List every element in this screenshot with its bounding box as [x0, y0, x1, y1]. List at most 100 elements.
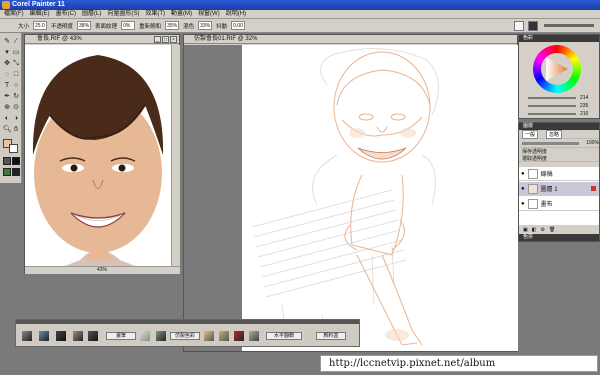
layer-buttons: ▣ ◧ ⚙ 🗑︎ [519, 227, 599, 234]
delete-layer-icon[interactable]: 🗑︎ [549, 227, 555, 234]
brush-1-icon[interactable] [22, 331, 32, 341]
clone-drawing-canvas[interactable] [242, 45, 518, 351]
layer-row[interactable]: ● 線稿 [519, 167, 599, 181]
layers-panel: 圖層 一般 忽略 100% 保存透明度 選取透明度 ● 線稿 ● 圖層 1 ● … [518, 122, 600, 242]
color-sets-header[interactable]: 色票 [519, 234, 599, 241]
dropper-tool-icon[interactable]: ⁄ [12, 38, 20, 46]
resat-label: 重新飽和 [139, 23, 162, 30]
brush-tool-icon[interactable]: ✎ [3, 38, 11, 46]
flip-horizontal-button[interactable]: 水平翻轉 [266, 332, 302, 340]
brush-10-icon[interactable] [234, 331, 244, 341]
source-document-window: 會長.RIF @ 43% _ □ × 43% [24, 34, 180, 274]
brush-2-icon[interactable] [39, 331, 49, 341]
color-panel-header[interactable]: 色彩 [519, 35, 599, 42]
new-layer-icon[interactable]: ▣ [523, 227, 528, 234]
rotate-icon[interactable]: ↻ [12, 93, 20, 101]
pen-tool-icon[interactable]: ✒ [3, 93, 11, 101]
color-slider-row-1[interactable]: 214 [522, 95, 596, 102]
eye-icon[interactable]: ● [521, 186, 525, 192]
paint-bucket-button[interactable]: 顏料盒 [316, 332, 346, 340]
layer-name: 線稿 [540, 172, 553, 178]
brush-6-icon[interactable] [140, 331, 150, 341]
bleed-label: 混色 [183, 23, 195, 30]
paint-bucket-icon[interactable]: ▾ [3, 49, 11, 57]
brush-3-icon[interactable] [56, 331, 66, 341]
menu-layers[interactable]: 圖層(L) [82, 10, 101, 18]
brush-11-icon[interactable] [249, 331, 259, 341]
layer-thumbnail [527, 168, 538, 179]
eye-icon[interactable]: ● [521, 201, 525, 207]
color-value-2: 235 [580, 103, 589, 109]
brush-9-icon[interactable] [219, 331, 229, 341]
source-vertical-scrollbar[interactable] [171, 45, 180, 266]
source-status-bar: 43% [25, 266, 180, 274]
eraser-icon[interactable]: ▭ [12, 49, 20, 57]
brush-5-icon[interactable] [88, 331, 98, 341]
composite-depth-select[interactable]: 忽略 [546, 129, 563, 139]
clone-color-button[interactable]: 仿製色彩 [170, 332, 200, 340]
pencil-button[interactable]: 畫筆 [106, 332, 136, 340]
menu-effects[interactable]: 效果(T) [145, 10, 165, 18]
shape-tool-icon[interactable]: ○ [12, 82, 20, 90]
watermark-url: http://lccnetvip.pixnet.net/album [320, 355, 598, 372]
menu-bar: 檔案(F) 編輯(E) 畫布(C) 圖層(L) 向量圖形(S) 效果(T) 動畫… [0, 10, 600, 19]
clone-document-title[interactable]: 仿製會長01.RIF @ 32% [184, 35, 517, 44]
menu-help[interactable]: 說明(H) [226, 10, 246, 18]
layer-mask-icon[interactable]: ◧ [532, 227, 537, 234]
layer-row[interactable]: ● 畫布 [519, 197, 599, 211]
property-bar: 大小 25.0 不透明度 38% 表面紋理 0% 重新飽和 35% 混色 33%… [0, 19, 510, 33]
menu-movie[interactable]: 動畫(M) [171, 10, 192, 18]
toolbox: ✎ ⁄ ▾ ▭ ✥ ⤡ ◌ □ T ○ ✒ ↻ ⊕ ⊙ ◐ ◑ 🔍︎ ✋︎ [0, 33, 22, 183]
jitter-label: 抖動 [216, 23, 228, 30]
layer-adjuster-icon[interactable]: ✥ [3, 60, 11, 68]
layer-row-selected[interactable]: ● 圖層 1 [519, 182, 599, 196]
divine-proportion-icon[interactable]: ◑ [12, 115, 20, 123]
grabber-icon[interactable]: ✋︎ [12, 126, 20, 134]
custom-palette-header[interactable] [16, 320, 359, 324]
menu-window[interactable]: 視窗(W) [198, 10, 220, 18]
brush-variant-icon[interactable] [528, 21, 538, 31]
jitter-field[interactable]: 0.00 [231, 21, 246, 30]
rect-select-icon[interactable]: □ [12, 71, 20, 79]
brush-size-slider[interactable] [544, 24, 594, 27]
magnifier-icon[interactable]: 🔍︎ [3, 126, 12, 134]
pick-up-underlying-option[interactable]: 選取透明度 [522, 155, 547, 162]
text-tool-icon[interactable]: T [3, 82, 11, 90]
color-slider-row-3[interactable]: 210 [522, 111, 596, 118]
brush-category-icon[interactable] [514, 21, 524, 31]
paper-selector-icon[interactable] [3, 157, 11, 165]
menu-edit[interactable]: 編輯(E) [30, 10, 50, 18]
bleed-field[interactable]: 33% [198, 21, 213, 30]
additional-color-swatch[interactable] [9, 144, 18, 153]
layer-opacity-slider[interactable] [522, 141, 580, 145]
cloner-icon[interactable]: ⊕ [3, 104, 11, 112]
mirror-icon[interactable]: ◐ [3, 115, 11, 123]
brush-selector-bar [510, 19, 600, 33]
grain-field[interactable]: 0% [121, 21, 136, 30]
composite-method-select[interactable]: 一般 [522, 129, 539, 139]
nozzle-selector-icon[interactable] [12, 168, 20, 176]
eye-icon[interactable]: ● [521, 171, 525, 177]
close-icon[interactable]: × [170, 36, 177, 43]
transform-icon[interactable]: ⤡ [12, 60, 20, 68]
minimize-icon[interactable]: _ [154, 36, 161, 43]
gradient-selector-icon[interactable] [3, 168, 11, 176]
source-photo-canvas[interactable] [25, 45, 171, 266]
maximize-icon[interactable]: □ [162, 36, 169, 43]
resat-field[interactable]: 35% [165, 21, 180, 30]
menu-shapes[interactable]: 向量圖形(S) [107, 10, 139, 18]
size-field[interactable]: 25.0 [33, 21, 48, 30]
rubber-stamp-icon[interactable]: ⊙ [12, 104, 20, 112]
menu-file[interactable]: 檔案(F) [4, 10, 24, 18]
pattern-selector-icon[interactable] [12, 157, 20, 165]
opacity-field[interactable]: 38% [77, 21, 92, 30]
color-sets-title: 色票 [523, 234, 534, 240]
lasso-icon[interactable]: ◌ [3, 71, 11, 79]
brush-4-icon[interactable] [73, 331, 83, 341]
dynamic-plugin-icon[interactable]: ⚙ [540, 227, 544, 234]
menu-canvas[interactable]: 畫布(C) [56, 10, 76, 18]
color-slider-row-2[interactable]: 235 [522, 103, 596, 110]
brush-8-icon[interactable] [204, 331, 214, 341]
size-label: 大小 [18, 23, 30, 30]
brush-7-icon[interactable] [156, 331, 166, 341]
